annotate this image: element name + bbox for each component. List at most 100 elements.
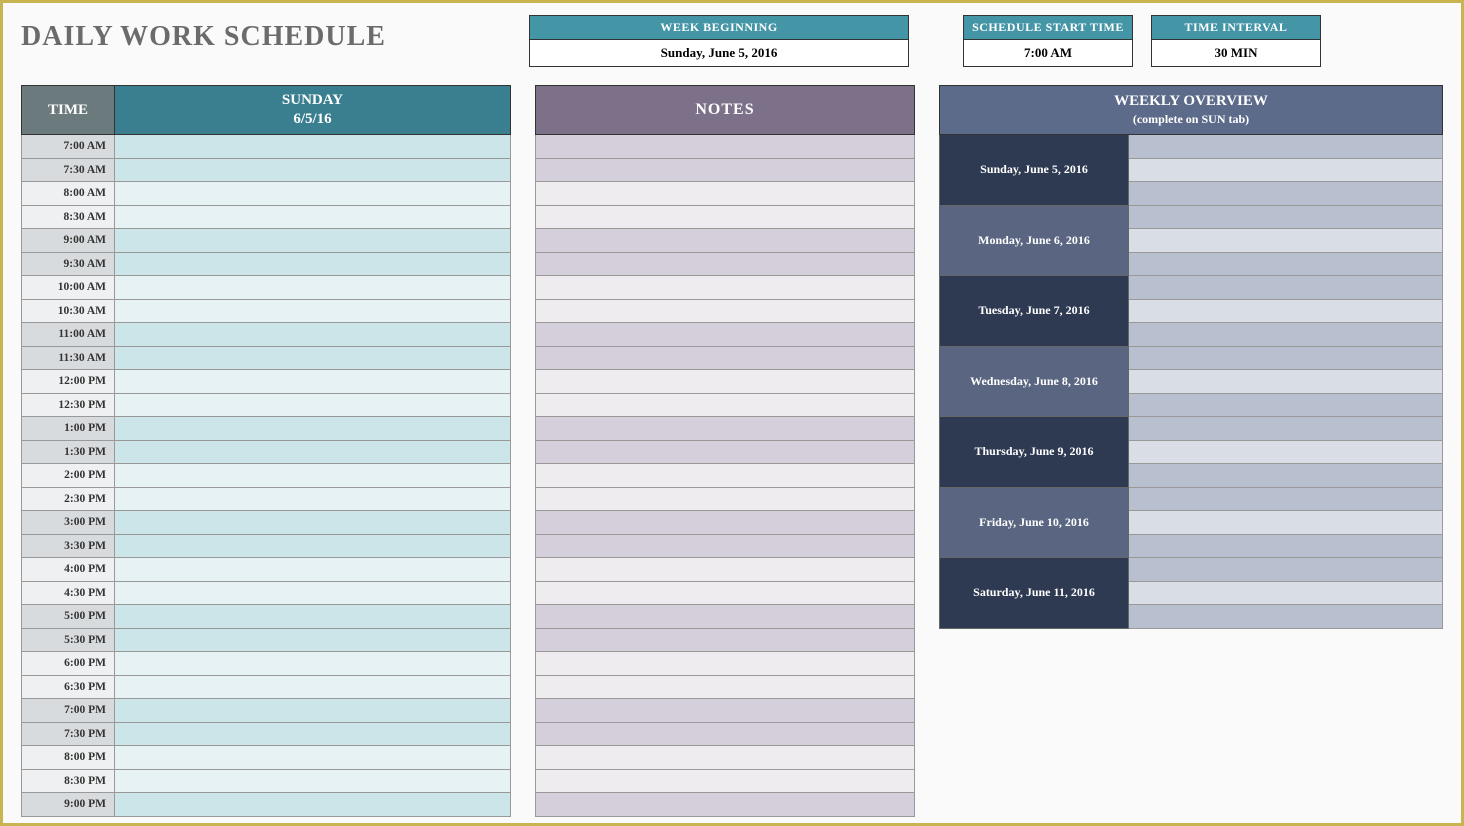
- schedule-cell[interactable]: [115, 676, 511, 700]
- note-row[interactable]: [535, 699, 915, 723]
- weekly-slot[interactable]: [1129, 276, 1443, 300]
- schedule-cell[interactable]: [115, 229, 511, 253]
- time-cell: 8:30 AM: [21, 206, 115, 230]
- weekly-slot[interactable]: [1129, 394, 1443, 418]
- note-row[interactable]: [535, 558, 915, 582]
- schedule-cell[interactable]: [115, 723, 511, 747]
- weekly-slot[interactable]: [1129, 159, 1443, 183]
- note-row[interactable]: [535, 300, 915, 324]
- note-row[interactable]: [535, 229, 915, 253]
- schedule-cell[interactable]: [115, 535, 511, 559]
- weekly-overview-subtitle: (complete on SUN tab): [1133, 112, 1249, 128]
- time-cell: 1:00 PM: [21, 417, 115, 441]
- note-row[interactable]: [535, 276, 915, 300]
- note-row[interactable]: [535, 323, 915, 347]
- weekly-day-label: Sunday, June 5, 2016: [939, 135, 1129, 206]
- schedule-cell[interactable]: [115, 394, 511, 418]
- weekly-slot[interactable]: [1129, 323, 1443, 347]
- time-cell: 5:00 PM: [21, 605, 115, 629]
- weekly-slot[interactable]: [1129, 605, 1443, 629]
- week-beginning-value[interactable]: Sunday, June 5, 2016: [529, 40, 909, 67]
- note-row[interactable]: [535, 182, 915, 206]
- schedule-cell[interactable]: [115, 464, 511, 488]
- schedule-cell[interactable]: [115, 699, 511, 723]
- weekly-day-label: Wednesday, June 8, 2016: [939, 347, 1129, 418]
- schedule-cell[interactable]: [115, 605, 511, 629]
- schedule-cell[interactable]: [115, 300, 511, 324]
- weekly-slot[interactable]: [1129, 464, 1443, 488]
- note-row[interactable]: [535, 206, 915, 230]
- weekly-slot[interactable]: [1129, 370, 1443, 394]
- weekly-slot[interactable]: [1129, 347, 1443, 371]
- schedule-cell[interactable]: [115, 746, 511, 770]
- note-row[interactable]: [535, 746, 915, 770]
- note-row[interactable]: [535, 464, 915, 488]
- note-row[interactable]: [535, 441, 915, 465]
- time-cell: 7:30 AM: [21, 159, 115, 183]
- schedule-cell[interactable]: [115, 558, 511, 582]
- weekly-day-label: Friday, June 10, 2016: [939, 488, 1129, 559]
- note-row[interactable]: [535, 723, 915, 747]
- weekly-slot[interactable]: [1129, 300, 1443, 324]
- schedule-cell[interactable]: [115, 417, 511, 441]
- schedule-row: 8:30 AM: [21, 206, 511, 230]
- note-row[interactable]: [535, 793, 915, 817]
- schedule-row: 1:30 PM: [21, 441, 511, 465]
- note-row[interactable]: [535, 370, 915, 394]
- note-row[interactable]: [535, 676, 915, 700]
- weekly-slot[interactable]: [1129, 135, 1443, 159]
- time-cell: 6:00 PM: [21, 652, 115, 676]
- weekly-slot[interactable]: [1129, 558, 1443, 582]
- note-row[interactable]: [535, 629, 915, 653]
- schedule-cell[interactable]: [115, 253, 511, 277]
- weekly-slot[interactable]: [1129, 206, 1443, 230]
- schedule-cell[interactable]: [115, 159, 511, 183]
- weekly-day-slots: [1129, 135, 1443, 206]
- note-row[interactable]: [535, 159, 915, 183]
- note-row[interactable]: [535, 535, 915, 559]
- time-cell: 7:30 PM: [21, 723, 115, 747]
- note-row[interactable]: [535, 770, 915, 794]
- weekly-slot[interactable]: [1129, 488, 1443, 512]
- schedule-cell[interactable]: [115, 793, 511, 817]
- note-row[interactable]: [535, 347, 915, 371]
- note-row[interactable]: [535, 135, 915, 159]
- weekly-slot[interactable]: [1129, 582, 1443, 606]
- schedule-row: 4:00 PM: [21, 558, 511, 582]
- schedule-cell[interactable]: [115, 652, 511, 676]
- note-row[interactable]: [535, 253, 915, 277]
- schedule-start-value[interactable]: 7:00 AM: [963, 40, 1133, 67]
- time-interval-value[interactable]: 30 MIN: [1151, 40, 1321, 67]
- weekly-slot[interactable]: [1129, 535, 1443, 559]
- schedule-cell[interactable]: [115, 323, 511, 347]
- note-row[interactable]: [535, 417, 915, 441]
- weekly-slot[interactable]: [1129, 229, 1443, 253]
- schedule-cell[interactable]: [115, 488, 511, 512]
- schedule-cell[interactable]: [115, 511, 511, 535]
- schedule-cell[interactable]: [115, 347, 511, 371]
- schedule-cell[interactable]: [115, 182, 511, 206]
- note-row[interactable]: [535, 511, 915, 535]
- note-row[interactable]: [535, 605, 915, 629]
- schedule-cell[interactable]: [115, 370, 511, 394]
- note-row[interactable]: [535, 582, 915, 606]
- schedule-cell[interactable]: [115, 206, 511, 230]
- schedule-cell[interactable]: [115, 135, 511, 159]
- schedule-cell[interactable]: [115, 276, 511, 300]
- schedule-cell[interactable]: [115, 582, 511, 606]
- schedule-cell[interactable]: [115, 629, 511, 653]
- weekly-slot[interactable]: [1129, 417, 1443, 441]
- note-row[interactable]: [535, 394, 915, 418]
- weekly-slot[interactable]: [1129, 253, 1443, 277]
- schedule-cell[interactable]: [115, 770, 511, 794]
- schedule-cell[interactable]: [115, 441, 511, 465]
- weekly-slot[interactable]: [1129, 511, 1443, 535]
- note-row[interactable]: [535, 488, 915, 512]
- schedule-row: 8:00 PM: [21, 746, 511, 770]
- weekly-slot[interactable]: [1129, 182, 1443, 206]
- note-row[interactable]: [535, 652, 915, 676]
- schedule-row: 10:30 AM: [21, 300, 511, 324]
- weekly-slot[interactable]: [1129, 441, 1443, 465]
- time-cell: 7:00 PM: [21, 699, 115, 723]
- schedule-row: 8:00 AM: [21, 182, 511, 206]
